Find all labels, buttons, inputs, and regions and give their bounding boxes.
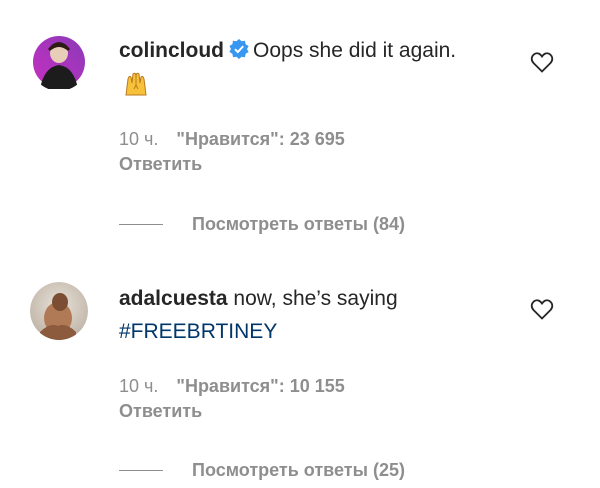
hashtag-link[interactable]: #FREEBRTINEY xyxy=(119,320,277,343)
comment-username[interactable]: adalcuesta xyxy=(119,287,228,310)
divider-line xyxy=(119,470,163,471)
comment-body: colincloud Oops she did it again. xyxy=(119,34,459,107)
avatar[interactable] xyxy=(30,33,88,91)
view-replies-button[interactable]: Посмотреть ответы (84) xyxy=(119,214,405,235)
heart-icon[interactable] xyxy=(530,298,554,320)
view-replies-label: Посмотреть ответы (84) xyxy=(192,214,405,234)
reply-button[interactable]: Ответить xyxy=(119,401,202,422)
heart-icon[interactable] xyxy=(530,51,554,73)
comment-meta: 10 ч. "Нравится": 23 695 xyxy=(119,126,345,152)
comment-body: adalcuesta now, she’s saying #FREEBRTINE… xyxy=(119,282,459,348)
comment-likes[interactable]: "Нравится": 10 155 xyxy=(176,376,344,396)
comment-text: now, she’s saying xyxy=(233,287,398,310)
comment-likes[interactable]: "Нравится": 23 695 xyxy=(176,129,344,149)
raised-hands-emoji-icon xyxy=(123,71,149,107)
comment-time[interactable]: 10 ч. xyxy=(119,376,158,396)
view-replies-button[interactable]: Посмотреть ответы (25) xyxy=(119,460,405,481)
comment-time[interactable]: 10 ч. xyxy=(119,129,158,149)
reply-button[interactable]: Ответить xyxy=(119,154,202,175)
comment-meta: 10 ч. "Нравится": 10 155 xyxy=(119,373,345,399)
comment-username[interactable]: colincloud xyxy=(119,39,224,62)
divider-line xyxy=(119,224,163,225)
verified-badge-icon xyxy=(229,36,249,69)
comment-text: Oops she did it again. xyxy=(253,39,457,62)
view-replies-label: Посмотреть ответы (25) xyxy=(192,460,405,480)
avatar[interactable] xyxy=(30,282,88,340)
